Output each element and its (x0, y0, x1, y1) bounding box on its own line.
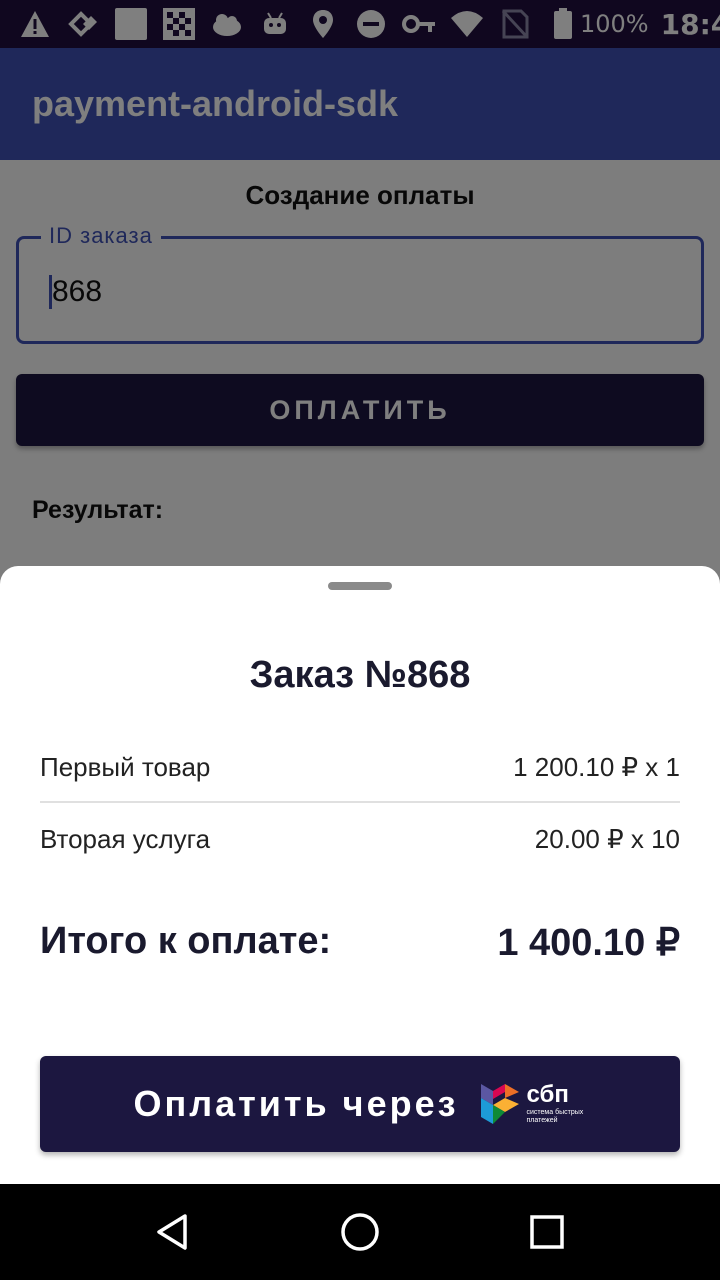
recents-button[interactable] (517, 1202, 577, 1262)
home-icon (341, 1213, 379, 1251)
item-name: Первый товар (40, 752, 211, 782)
recents-icon (529, 1215, 564, 1249)
sbp-logo-subtitle: система быстрых платежей (526, 1109, 584, 1124)
divider (40, 801, 680, 803)
list-item: Первый товар 1 200.10 ₽ x 1 (40, 752, 680, 783)
drag-handle[interactable] (328, 582, 392, 590)
system-nav-bar (0, 1184, 720, 1280)
total-value: 1 400.10 ₽ (497, 922, 680, 964)
back-icon (157, 1214, 188, 1250)
item-price: 1 200.10 ₽ x 1 (513, 752, 680, 782)
home-button[interactable] (330, 1202, 390, 1262)
order-title: Заказ №868 (249, 654, 471, 696)
item-name: Вторая услуга (40, 824, 211, 854)
total-row: Итого к оплате: 1 400.10 ₽ (40, 920, 680, 965)
total-label: Итого к оплате: (40, 920, 332, 962)
payment-bottom-sheet: Заказ №868 Первый товар 1 200.10 ₽ x 1 В… (0, 566, 720, 1184)
sbp-button-label: Оплатить через (133, 1083, 459, 1124)
item-price: 20.00 ₽ x 10 (534, 824, 680, 854)
list-item: Вторая услуга 20.00 ₽ x 10 (40, 824, 680, 855)
pay-via-sbp-button[interactable]: Оплатить через сбп система быстрых плате… (40, 1056, 680, 1152)
back-button[interactable] (143, 1202, 203, 1262)
sbp-logo-name: сбп (526, 1081, 569, 1109)
sbp-logo-icon (480, 1084, 519, 1124)
sbp-logo: сбп система быстрых платежей (479, 1080, 587, 1128)
